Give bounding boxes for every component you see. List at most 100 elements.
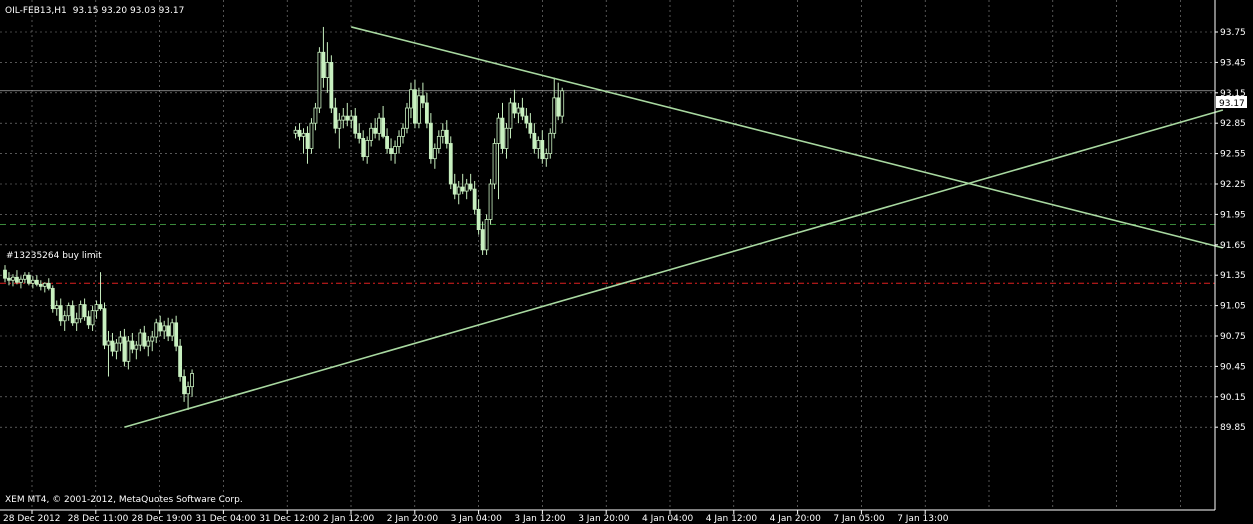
candle-bull — [126, 340, 131, 362]
candle-bear — [448, 143, 453, 185]
candle-bull — [90, 310, 95, 326]
trendline-descending — [351, 26, 1224, 249]
level-lines — [0, 90, 1215, 284]
candle-bull — [341, 115, 346, 121]
candle-bear — [460, 186, 465, 192]
candle-bear — [472, 188, 477, 210]
candle-bull — [146, 340, 151, 347]
candle-bear — [86, 316, 91, 326]
candle-bear — [528, 122, 533, 134]
candle-bull — [138, 332, 143, 346]
y-tick-label: 91.35 — [1220, 271, 1246, 281]
candle-bear — [385, 135, 389, 149]
x-tick-label: 28 Dec 19:00 — [132, 514, 193, 524]
candle-bull — [162, 325, 167, 332]
candle-bull — [78, 304, 83, 320]
candle-bull — [170, 322, 175, 337]
y-tick-label: 92.55 — [1220, 150, 1246, 160]
candle-bear — [26, 274, 31, 284]
x-tick-label: 3 Jan 20:00 — [578, 514, 630, 524]
axes: 93.7593.4593.1592.8592.5592.2591.9591.65… — [0, 0, 1246, 524]
y-tick-label: 90.45 — [1220, 362, 1246, 372]
candle-bull — [54, 305, 59, 310]
candle-bear — [345, 115, 350, 121]
candle-bear — [130, 340, 135, 350]
candle-bear — [15, 276, 19, 283]
candle-bull — [62, 315, 67, 322]
candle-bull — [488, 183, 493, 220]
candle-bull — [30, 279, 35, 284]
y-tick-label: 90.15 — [1220, 393, 1246, 403]
candle-bear — [468, 183, 473, 190]
candle-bear — [321, 51, 326, 79]
candle-bull — [369, 127, 374, 141]
candle-bear — [444, 129, 449, 144]
y-tick-label: 89.85 — [1220, 423, 1246, 433]
candle-bear — [428, 122, 433, 160]
x-tick-label: 7 Jan 13:00 — [897, 514, 949, 524]
candle-bear — [34, 279, 39, 285]
candle-bull — [417, 95, 421, 124]
candle-bull — [401, 127, 405, 137]
candle-bull — [397, 135, 401, 147]
candle-bull — [377, 117, 382, 134]
candle-bull — [94, 304, 99, 312]
candle-bear — [361, 137, 366, 158]
y-tick-label: 91.65 — [1220, 241, 1246, 251]
candle-bull — [74, 318, 79, 324]
candle-bear — [142, 332, 147, 347]
candle-bull — [118, 336, 123, 344]
y-tick-label: 92.85 — [1220, 119, 1246, 129]
grid — [0, 0, 1215, 510]
candle-bear — [174, 322, 179, 347]
candle-bull — [42, 282, 47, 287]
candle-bear — [58, 305, 63, 322]
candle-bull — [393, 146, 397, 155]
y-tick-label: 90.75 — [1220, 332, 1246, 342]
candle-bear — [70, 305, 75, 324]
candle-bull — [154, 322, 159, 338]
candle-bear — [329, 62, 334, 109]
candle-bear — [480, 229, 485, 251]
candle-bear — [122, 336, 127, 362]
candle-bull — [436, 135, 441, 149]
candle-bull — [560, 90, 565, 117]
candle-bull — [409, 89, 413, 109]
candles — [3, 26, 565, 410]
candle-bear — [381, 117, 386, 137]
x-tick-label: 31 Dec 12:00 — [259, 514, 320, 524]
candle-bull — [456, 186, 461, 195]
price-chart[interactable]: 93.7593.4593.1592.8592.5592.2591.9591.65… — [0, 0, 1253, 524]
candle-bear — [82, 304, 87, 318]
x-tick-label: 4 Jan 04:00 — [642, 514, 694, 524]
candle-bull — [134, 344, 139, 350]
candle-bear — [50, 287, 55, 310]
candle-bull — [293, 129, 298, 134]
x-tick-label: 7 Jan 05:00 — [833, 514, 885, 524]
candle-bull — [11, 276, 15, 281]
candle-bull — [325, 62, 330, 79]
candle-bull — [150, 336, 155, 342]
x-tick-label: 4 Jan 12:00 — [706, 514, 758, 524]
candle-bear — [102, 308, 107, 346]
chart-title: OIL-FEB13,H1 93.15 93.20 93.03 93.17 — [5, 6, 184, 16]
y-tick-label: 93.45 — [1220, 58, 1246, 68]
candle-bull — [114, 342, 119, 352]
candle-bear — [158, 322, 163, 332]
y-tick-label: 93.75 — [1220, 28, 1246, 38]
current-price-tag: 93.17 — [1216, 96, 1247, 109]
candle-bear — [532, 132, 537, 149]
candle-bull — [504, 127, 509, 149]
trendlines — [124, 26, 1224, 428]
candle-bear — [305, 132, 310, 149]
candle-bear — [178, 345, 183, 377]
x-tick-label: 2 Jan 12:00 — [323, 514, 375, 524]
candle-bull — [365, 140, 370, 158]
candle-bull — [464, 183, 469, 192]
candle-bull — [508, 102, 513, 129]
chart-window[interactable]: 93.75 93.45 93.15 92.85 92.55 92.25 91.95 91.65… — [0, 0, 1253, 524]
x-tick-label: 2 Jan 20:00 — [387, 514, 439, 524]
candle-bear — [500, 117, 505, 149]
candle-bull — [484, 219, 489, 251]
candle-bull — [552, 97, 557, 134]
